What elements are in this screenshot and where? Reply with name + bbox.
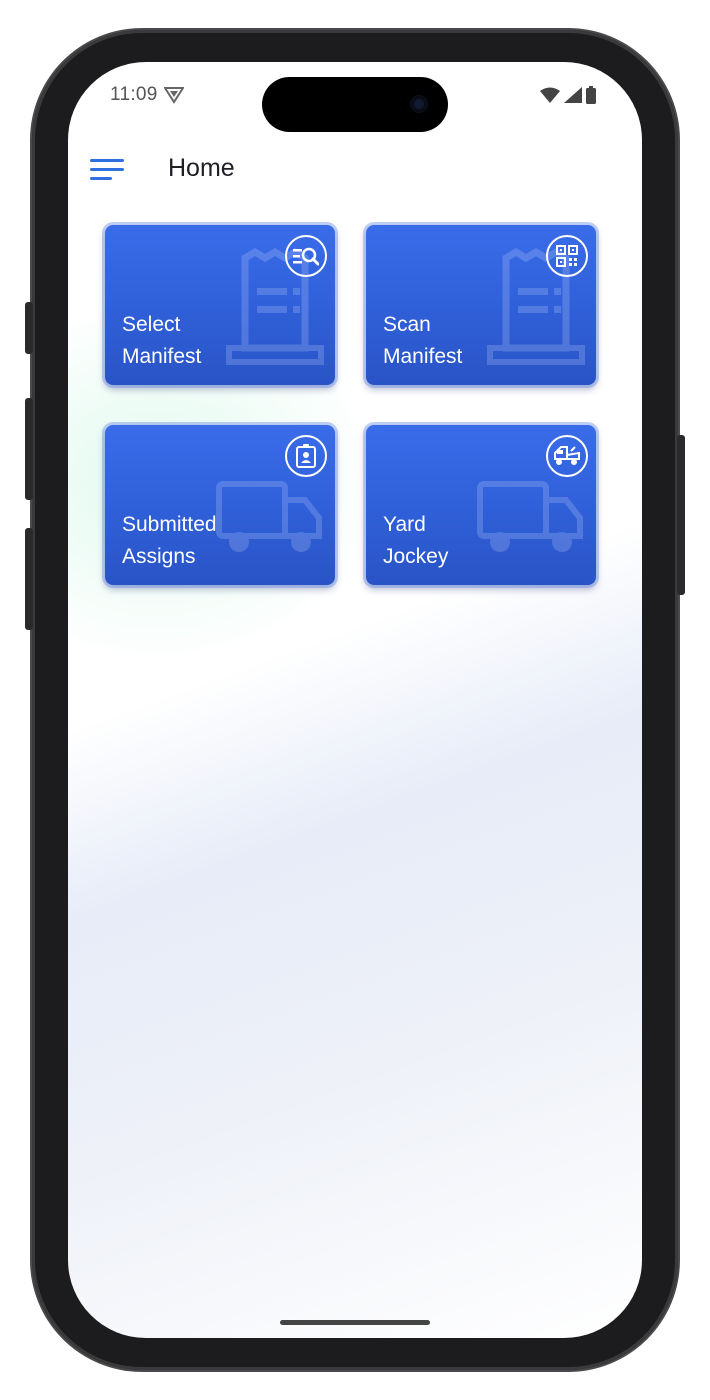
- tile-label: Scan Manifest: [383, 309, 462, 373]
- tile-label-line1: Yard: [383, 513, 426, 536]
- tile-label-line2: Jockey: [383, 545, 449, 568]
- id-badge-icon: [285, 435, 327, 477]
- list-search-icon: [285, 235, 327, 277]
- qr-code-icon: [546, 235, 588, 277]
- status-icons: [540, 86, 596, 109]
- front-camera: [410, 95, 428, 113]
- truck-icon: [215, 478, 325, 563]
- signal-icon: [564, 87, 582, 108]
- select-manifest-tile[interactable]: Select Manifest: [105, 225, 335, 385]
- phone-power-button: [677, 435, 685, 595]
- tile-label-line1: Submitted: [122, 513, 217, 536]
- yard-jockey-tile[interactable]: Yard Jockey: [366, 425, 596, 585]
- tile-label: Submitted Assigns: [122, 509, 217, 573]
- home-indicator[interactable]: [280, 1320, 430, 1325]
- tile-label-line1: Scan: [383, 313, 431, 336]
- submitted-assigns-tile[interactable]: Submitted Assigns: [105, 425, 335, 585]
- battery-icon: [586, 86, 596, 109]
- hamburger-menu-icon[interactable]: [90, 157, 126, 183]
- tile-label-line2: Manifest: [122, 345, 202, 368]
- status-time: 11:09: [110, 84, 158, 105]
- phone-volume-down-button: [25, 528, 33, 630]
- truck-icon: [476, 478, 586, 563]
- scan-manifest-tile[interactable]: Scan Manifest: [366, 225, 596, 385]
- tile-label: Yard Jockey: [383, 509, 448, 573]
- dynamic-island: [262, 77, 448, 132]
- tile-label-line1: Select: [122, 313, 181, 336]
- phone-volume-up-button: [25, 398, 33, 500]
- page-title: Home: [168, 154, 235, 182]
- shield-notification-icon: [163, 86, 185, 109]
- tile-label-line2: Assigns: [122, 545, 196, 568]
- tow-truck-icon: [546, 435, 588, 477]
- phone-action-button: [25, 302, 33, 354]
- tile-label: Select Manifest: [122, 309, 201, 373]
- tile-label-line2: Manifest: [383, 345, 463, 368]
- wifi-icon: [540, 87, 560, 108]
